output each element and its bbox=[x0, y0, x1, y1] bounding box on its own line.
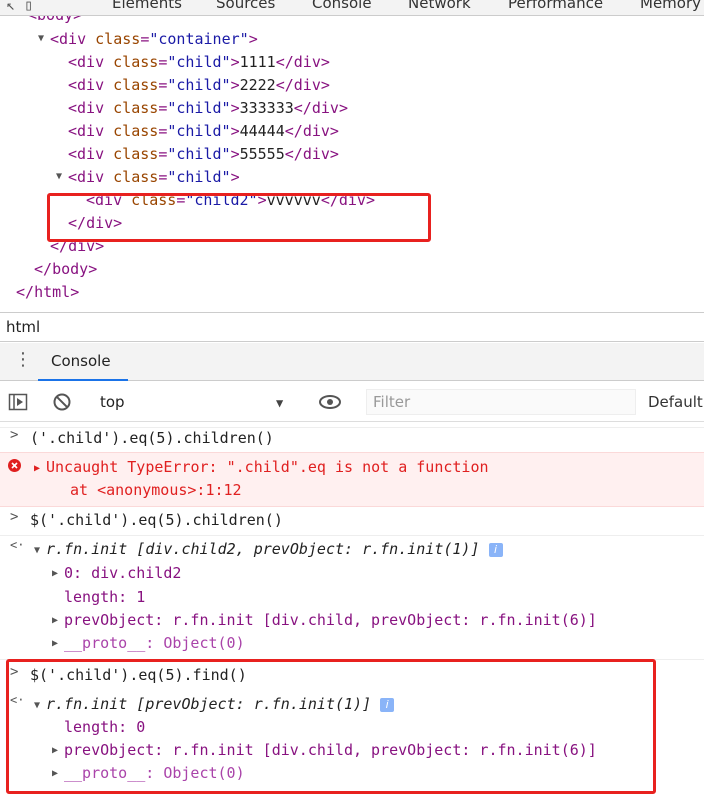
breadcrumb-item-html[interactable]: html bbox=[6, 318, 40, 336]
dom-node-child-3[interactable]: <div class="child">333333</div> bbox=[68, 97, 348, 120]
console-drawer-tabbar: ⋮ Console bbox=[0, 343, 704, 381]
elements-tree: <body> ▼ <div class="container"> <div cl… bbox=[0, 16, 704, 310]
expand-triangle-icon[interactable]: ▶ bbox=[34, 463, 40, 474]
dom-node-container[interactable]: <div class="container"> bbox=[50, 28, 258, 51]
dom-node-child-5[interactable]: <div class="child">55555</div> bbox=[68, 143, 339, 166]
clear-console-icon[interactable] bbox=[52, 392, 72, 412]
tab-console[interactable]: Console bbox=[312, 0, 372, 12]
console-command-1[interactable]: ('.child').eq(5).children() bbox=[30, 427, 704, 450]
console-toolbar: top ▼ Filter Default bbox=[0, 382, 704, 422]
error-icon bbox=[8, 459, 21, 472]
dom-node-html-close[interactable]: </html> bbox=[16, 281, 79, 304]
expand-triangle-icon[interactable]: ▶ bbox=[52, 638, 58, 649]
context-selector[interactable]: top bbox=[100, 393, 125, 411]
filter-input[interactable]: Filter bbox=[366, 389, 636, 415]
devtools-tab-bar: ↖ ▯ Elements Sources Console Network Per… bbox=[0, 0, 704, 16]
expand-triangle-icon[interactable]: ▶ bbox=[52, 615, 58, 626]
error-location[interactable]: at <anonymous>:1:12 bbox=[70, 479, 704, 502]
inspect-icon[interactable]: ↖ ▯ bbox=[6, 0, 33, 14]
info-icon[interactable]: i bbox=[488, 542, 503, 557]
highlight-box-elements bbox=[47, 193, 431, 242]
result-2-item-0[interactable]: 0: div.child2 bbox=[64, 562, 704, 585]
result-2-proto[interactable]: __proto__: Object(0) bbox=[64, 632, 704, 655]
dom-node-child-4[interactable]: <div class="child">44444</div> bbox=[68, 120, 339, 143]
result-2-prevobject[interactable]: prevObject: r.fn.init [div.child, prevOb… bbox=[64, 609, 704, 632]
more-options-icon[interactable]: ⋮ bbox=[14, 351, 32, 369]
dom-node-body-close[interactable]: </body> bbox=[34, 258, 97, 281]
dom-node-child-6[interactable]: <div class="child"> bbox=[68, 166, 240, 189]
result-2-length: length: 1 bbox=[64, 588, 146, 606]
result-arrow-icon: <· bbox=[10, 538, 25, 552]
eye-icon[interactable] bbox=[318, 392, 342, 412]
log-levels-dropdown[interactable]: Default bbox=[648, 393, 703, 411]
dom-node-child-2[interactable]: <div class="child">2222</div> bbox=[68, 74, 330, 97]
tab-sources[interactable]: Sources bbox=[216, 0, 275, 12]
input-prompt-icon: > bbox=[10, 427, 19, 443]
expand-triangle-icon[interactable]: ▶ bbox=[52, 568, 58, 579]
dropdown-arrow-icon[interactable]: ▼ bbox=[276, 396, 283, 410]
error-text: Uncaught TypeError: ".child".eq is not a… bbox=[46, 458, 489, 476]
tab-console-drawer[interactable]: Console bbox=[38, 343, 128, 381]
collapse-triangle-icon[interactable]: ▼ bbox=[38, 33, 44, 44]
tab-memory[interactable]: Memory bbox=[640, 0, 701, 12]
input-prompt-icon: > bbox=[10, 509, 19, 525]
collapse-triangle-icon[interactable]: ▼ bbox=[56, 171, 62, 182]
breadcrumb: html bbox=[0, 312, 704, 342]
sidebar-toggle-icon[interactable] bbox=[8, 392, 28, 412]
tab-elements[interactable]: Elements bbox=[112, 0, 182, 12]
tab-network[interactable]: Network bbox=[408, 0, 471, 12]
result-2-header[interactable]: r.fn.init [div.child2, prevObject: r.fn.… bbox=[46, 538, 526, 561]
dom-node-body-open[interactable]: <body> bbox=[28, 16, 82, 27]
collapse-triangle-icon[interactable]: ▼ bbox=[34, 545, 40, 556]
console-command-2[interactable]: $('.child').eq(5).children() bbox=[30, 509, 704, 532]
tab-performance[interactable]: Performance bbox=[508, 0, 603, 12]
highlight-box-console bbox=[6, 659, 656, 794]
dom-node-child-1[interactable]: <div class="child">1111</div> bbox=[68, 51, 330, 74]
